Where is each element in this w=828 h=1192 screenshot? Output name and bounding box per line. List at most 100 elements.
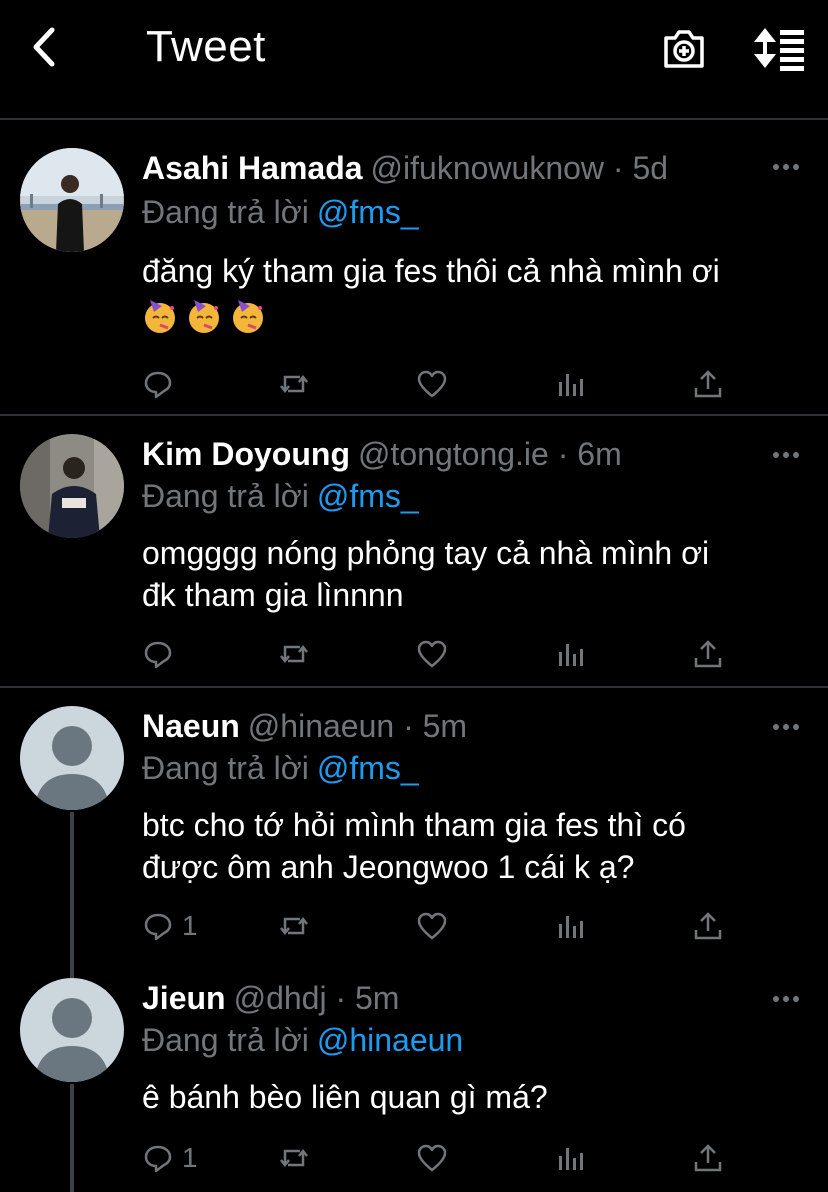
reply-icon xyxy=(144,913,172,941)
camera-button[interactable] xyxy=(660,24,708,72)
more-dots-icon xyxy=(773,452,799,458)
reply-tweet[interactable]: Asahi Hamada @ifuknowuknow · 5d Đang trả … xyxy=(0,122,828,416)
like-button[interactable] xyxy=(416,366,448,402)
reply-count: 1 xyxy=(182,910,198,941)
thread-connector xyxy=(70,1084,74,1192)
tweet-text-line: ê bánh bèo liên quan gì má? xyxy=(142,1079,548,1115)
heart-icon xyxy=(417,1144,447,1172)
tweet-text-line: được ôm anh Jeongwoo 1 cái k ạ? xyxy=(142,849,635,885)
analytics-icon xyxy=(559,374,583,396)
retweet-button[interactable] xyxy=(278,1140,310,1176)
display-name[interactable]: Asahi Hamada xyxy=(142,150,363,186)
partying-face-icon xyxy=(233,300,263,333)
heart-icon xyxy=(417,370,447,398)
tweet-text: ê bánh bèo liên quan gì má? xyxy=(142,1076,802,1118)
tweet-text-line: đk tham gia lìnnnn xyxy=(142,577,404,613)
retweet-icon xyxy=(280,644,308,664)
tweet-text: btc cho tớ hỏi mình tham gia fes thì có … xyxy=(142,804,802,888)
partying-face-icon xyxy=(189,300,219,333)
replying-prefix: Đang trả lời xyxy=(142,194,309,230)
reply-icon xyxy=(144,371,172,399)
like-button[interactable] xyxy=(416,636,448,672)
reply-button[interactable] xyxy=(142,636,182,672)
action-bar: 1 xyxy=(142,908,732,944)
replying-to: Đang trả lời @fms_ xyxy=(142,194,419,231)
display-name[interactable]: Naeun xyxy=(142,708,240,744)
display-name[interactable]: Jieun xyxy=(142,980,226,1016)
more-dots-icon xyxy=(773,724,799,730)
retweet-button[interactable] xyxy=(278,636,310,672)
sort-icon xyxy=(754,28,804,71)
share-icon xyxy=(694,1144,722,1172)
reply-icon xyxy=(144,641,172,669)
share-icon xyxy=(694,912,722,940)
thread-connector xyxy=(70,812,74,978)
action-bar xyxy=(142,636,732,672)
camera-plus-icon xyxy=(664,30,704,68)
like-button[interactable] xyxy=(416,1140,448,1176)
chevron-left-icon xyxy=(33,27,55,67)
share-button[interactable] xyxy=(692,908,724,944)
mention-link[interactable]: @fms_ xyxy=(317,478,419,514)
reply-button[interactable]: 1 xyxy=(142,908,198,944)
share-button[interactable] xyxy=(692,366,724,402)
retweet-button[interactable] xyxy=(278,366,310,402)
default-avatar-icon xyxy=(20,978,124,1082)
author-line: Kim Doyoung @tongtong.ie · 6m xyxy=(142,436,622,473)
analytics-button[interactable] xyxy=(554,636,586,672)
mention-link[interactable]: @hinaeun xyxy=(317,1022,463,1058)
reply-button[interactable] xyxy=(142,366,182,402)
more-dots-icon xyxy=(773,996,799,1002)
share-button[interactable] xyxy=(692,636,724,672)
share-icon xyxy=(694,370,722,398)
share-button[interactable] xyxy=(692,1140,724,1176)
handle-time: @hinaeun · 5m xyxy=(247,708,468,744)
more-options-button[interactable] xyxy=(772,992,800,1004)
analytics-icon xyxy=(559,644,583,666)
avatar[interactable] xyxy=(20,706,124,810)
avatar[interactable] xyxy=(20,978,124,1082)
more-options-button[interactable] xyxy=(772,448,800,460)
reply-icon xyxy=(144,1145,172,1173)
share-icon xyxy=(694,640,722,668)
reply-count: 1 xyxy=(182,1142,198,1173)
author-line: Jieun @dhdj · 5m xyxy=(142,980,399,1017)
emoji-row xyxy=(142,298,802,334)
default-avatar-icon xyxy=(20,706,124,810)
top-bar: Tweet xyxy=(0,0,828,120)
back-button[interactable] xyxy=(26,22,70,72)
author-line: Naeun @hinaeun · 5m xyxy=(142,708,467,745)
reply-tweet[interactable]: Jieun @dhdj · 5m Đang trả lời @hinaeun ê b… xyxy=(0,960,828,1192)
replying-prefix: Đang trả lời xyxy=(142,750,309,786)
tweet-text-line: omgggg nóng phỏng tay cả nhà mình ơi xyxy=(142,535,710,571)
reply-tweet[interactable]: Kim Doyoung @tongtong.ie · 6m Đang trả lờ… xyxy=(0,416,828,688)
replying-prefix: Đang trả lời xyxy=(142,1022,309,1058)
analytics-button[interactable] xyxy=(554,1140,586,1176)
retweet-icon xyxy=(280,916,308,936)
avatar[interactable] xyxy=(20,148,124,252)
replying-to: Đang trả lời @hinaeun xyxy=(142,1022,463,1059)
tweet-text-line: đăng ký tham gia fes thôi cả nhà mình ơi xyxy=(142,253,720,289)
retweet-button[interactable] xyxy=(278,908,310,944)
reply-tweet[interactable]: Naeun @hinaeun · 5m Đang trả lời @fms_ btc… xyxy=(0,688,828,978)
like-button[interactable] xyxy=(416,908,448,944)
tweet-text: omgggg nóng phỏng tay cả nhà mình ơi đk … xyxy=(142,532,802,616)
sort-replies-button[interactable] xyxy=(752,24,806,72)
analytics-button[interactable] xyxy=(554,908,586,944)
retweet-icon xyxy=(280,1148,308,1168)
partying-face-icon xyxy=(145,300,175,333)
more-options-button[interactable] xyxy=(772,160,800,172)
reply-button[interactable]: 1 xyxy=(142,1140,198,1176)
mention-link[interactable]: @fms_ xyxy=(317,750,419,786)
replying-to: Đang trả lời @fms_ xyxy=(142,478,419,515)
handle-time: @tongtong.ie · 6m xyxy=(357,436,622,472)
avatar[interactable] xyxy=(20,434,124,538)
analytics-button[interactable] xyxy=(554,366,586,402)
heart-icon xyxy=(417,912,447,940)
replying-to: Đang trả lời @fms_ xyxy=(142,750,419,787)
mention-link[interactable]: @fms_ xyxy=(317,194,419,230)
display-name[interactable]: Kim Doyoung xyxy=(142,436,350,472)
analytics-icon xyxy=(559,1148,583,1170)
retweet-icon xyxy=(280,374,308,394)
more-options-button[interactable] xyxy=(772,720,800,732)
